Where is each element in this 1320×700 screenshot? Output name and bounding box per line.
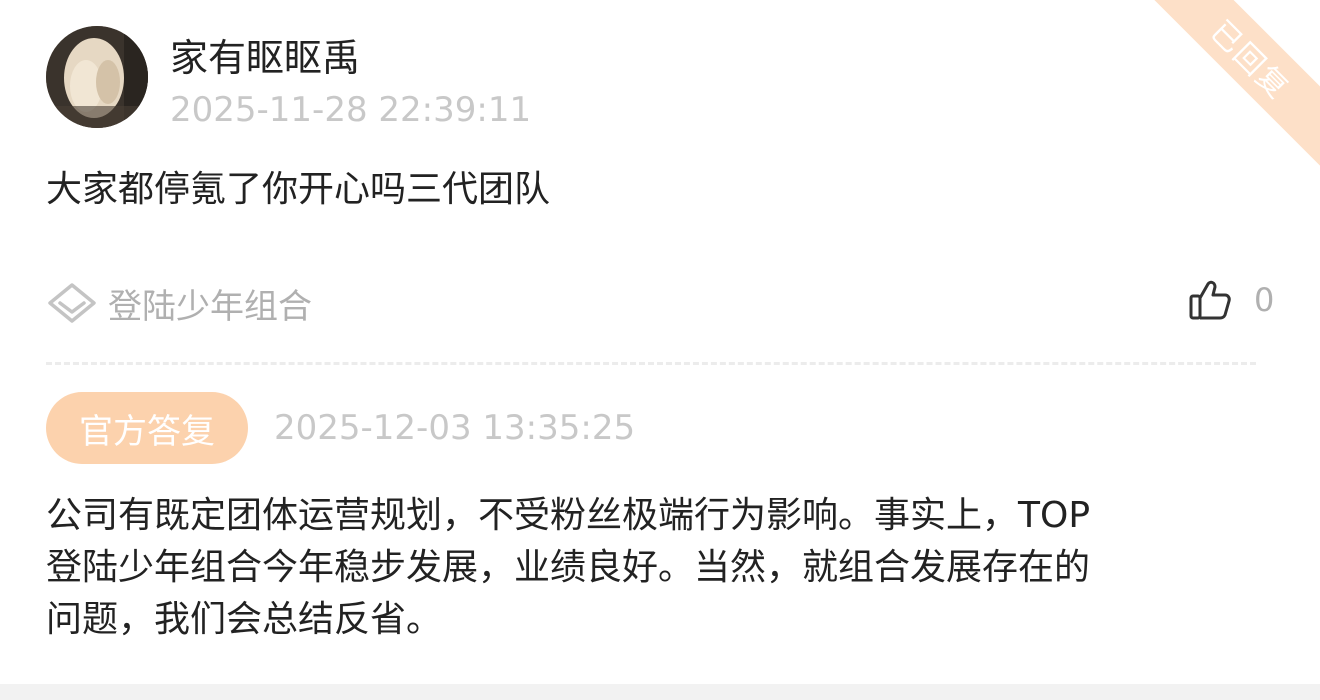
reply-line: 公司有既定团体运营规划，不受粉丝极端行为影响。事实上，TOP bbox=[46, 495, 1091, 536]
replied-status-label: 已回复 bbox=[1203, 14, 1296, 107]
diamond-tag-icon bbox=[48, 283, 96, 323]
bottom-edge bbox=[0, 684, 1320, 700]
question-text: 大家都停氪了你开心吗三代团队 bbox=[46, 169, 551, 210]
official-reply-badge-label: 官方答复 bbox=[79, 411, 215, 452]
reply-timestamp: 2025-12-03 13:35:25 bbox=[274, 408, 636, 448]
avatar[interactable] bbox=[46, 26, 148, 128]
replied-status-ribbon: 已回复 bbox=[1140, 0, 1320, 170]
post-timestamp: 2025-11-28 22:39:11 bbox=[170, 90, 532, 130]
section-divider bbox=[46, 362, 1256, 365]
topic-tag-label: 登陆少年组合 bbox=[108, 286, 312, 327]
like-button[interactable]: 0 bbox=[1188, 276, 1274, 324]
qa-card: 家有眍眍禹 2025-11-28 22:39:11 已回复 大家都停氪了你开心吗… bbox=[0, 0, 1320, 700]
author-name[interactable]: 家有眍眍禹 bbox=[170, 34, 360, 82]
official-reply-badge: 官方答复 bbox=[46, 392, 248, 464]
thumbs-up-icon bbox=[1189, 280, 1231, 320]
reply-text: 公司有既定团体运营规划，不受粉丝极端行为影响。事实上，TOP 登陆少年组合今年稳… bbox=[46, 490, 1286, 646]
reply-line: 登陆少年组合今年稳步发展，业绩良好。当然，就组合发展存在的 bbox=[46, 547, 1091, 588]
reply-line: 问题，我们会总结反省。 bbox=[46, 599, 443, 640]
like-count: 0 bbox=[1254, 281, 1275, 319]
avatar-image bbox=[46, 26, 148, 128]
topic-tag[interactable]: 登陆少年组合 bbox=[46, 278, 312, 328]
